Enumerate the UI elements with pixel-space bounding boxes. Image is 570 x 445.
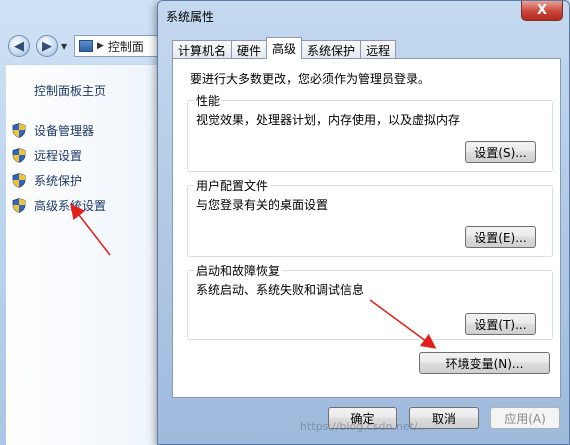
uac-shield-icon bbox=[12, 198, 26, 213]
user-profiles-settings-button[interactable]: 设置(E)... bbox=[465, 226, 536, 248]
uac-shield-icon bbox=[12, 123, 26, 138]
task-label: 高级系统设置 bbox=[34, 199, 107, 213]
group-title: 性能 bbox=[194, 92, 223, 109]
task-system-protection[interactable]: 系统保护 bbox=[12, 168, 106, 193]
performance-group: 性能 视觉效果，处理器计划，内存使用，以及虚拟内存 设置(S)... bbox=[187, 92, 553, 172]
group-description: 系统启动、系统失败和调试信息 bbox=[196, 283, 365, 297]
startup-recovery-group: 启动和故障恢复 系统启动、系统失败和调试信息 设置(T)... bbox=[187, 262, 553, 340]
task-device-manager[interactable]: 设备管理器 bbox=[12, 118, 106, 143]
tab-strip: 计算机名 硬件 高级 系统保护 远程 bbox=[172, 37, 397, 59]
tab-remote[interactable]: 远程 bbox=[360, 40, 397, 59]
startup-recovery-settings-button[interactable]: 设置(T)... bbox=[465, 313, 536, 335]
system-properties-dialog: 系统属性 X 计算机名 硬件 高级 系统保护 远程 要进行大多数更改，您必须作为… bbox=[157, 0, 570, 445]
uac-shield-icon bbox=[12, 173, 26, 188]
performance-settings-button[interactable]: 设置(S)... bbox=[465, 141, 536, 163]
group-description: 与您登录有关的桌面设置 bbox=[196, 198, 329, 212]
left-task-pane: 控制面板主页 设备管理器 远程设置 系统保护 高级系统设置 bbox=[6, 64, 166, 445]
tab-hardware[interactable]: 硬件 bbox=[231, 40, 268, 59]
tab-system-protection[interactable]: 系统保护 bbox=[301, 40, 362, 59]
tab-advanced[interactable]: 高级 bbox=[266, 37, 303, 59]
user-profiles-group: 用户配置文件 与您登录有关的桌面设置 设置(E)... bbox=[187, 177, 553, 257]
close-button[interactable]: X bbox=[521, 1, 563, 21]
control-panel-icon bbox=[79, 40, 93, 52]
task-advanced-system-settings[interactable]: 高级系统设置 bbox=[12, 193, 106, 218]
address-text: 控制面 bbox=[107, 39, 144, 54]
environment-variables-button[interactable]: 环境变量(N)... bbox=[419, 352, 550, 374]
back-icon[interactable]: ◀ bbox=[8, 35, 30, 57]
dialog-title: 系统属性 bbox=[166, 10, 215, 24]
uac-shield-icon bbox=[12, 148, 26, 163]
task-label: 设备管理器 bbox=[34, 124, 95, 138]
group-title: 用户配置文件 bbox=[194, 177, 271, 194]
task-remote-settings[interactable]: 远程设置 bbox=[12, 143, 106, 168]
apply-button[interactable]: 应用(A) bbox=[490, 407, 560, 429]
admin-notice: 要进行大多数更改，您必须作为管理员登录。 bbox=[190, 72, 431, 86]
group-description: 视觉效果，处理器计划，内存使用，以及虚拟内存 bbox=[196, 113, 461, 127]
control-panel-home-link[interactable]: 控制面板主页 bbox=[34, 82, 106, 99]
tab-computer-name[interactable]: 计算机名 bbox=[172, 40, 233, 59]
advanced-tab-panel: 要进行大多数更改，您必须作为管理员登录。 性能 视觉效果，处理器计划，内存使用，… bbox=[172, 58, 561, 398]
task-label: 远程设置 bbox=[34, 149, 83, 163]
address-bar[interactable]: ▶ 控制面 bbox=[74, 35, 170, 57]
watermark-text: https://blog.csdn.net/... bbox=[300, 420, 429, 433]
task-list: 设备管理器 远程设置 系统保护 高级系统设置 bbox=[12, 118, 106, 218]
task-label: 系统保护 bbox=[34, 174, 83, 188]
forward-icon[interactable]: ▶ bbox=[36, 35, 58, 57]
recent-pages-dropdown-icon[interactable]: ▼ bbox=[61, 42, 67, 51]
navigation-toolbar: ◀ ▶ ▼ ▶ 控制面 bbox=[0, 30, 170, 62]
breadcrumb-separator-icon[interactable]: ▶ bbox=[97, 41, 104, 51]
group-title: 启动和故障恢复 bbox=[194, 262, 283, 279]
